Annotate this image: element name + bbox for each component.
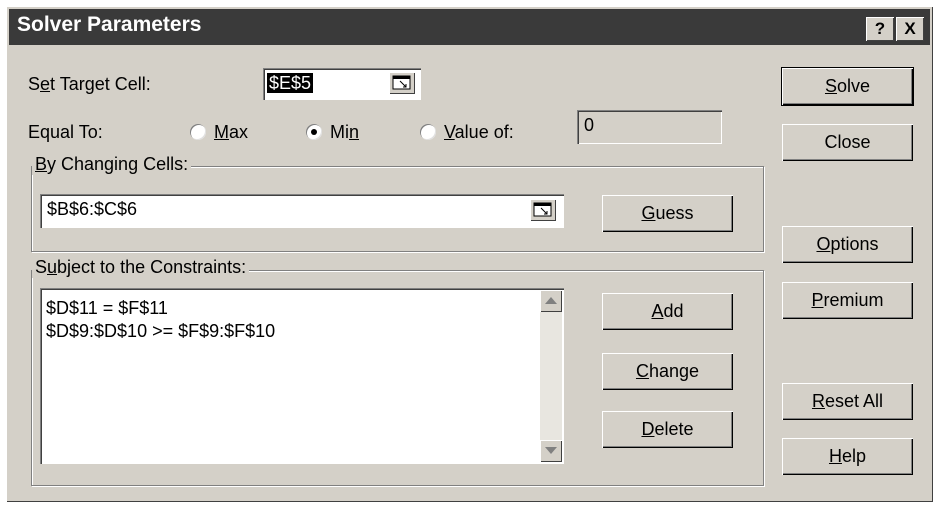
add-button[interactable]: Add: [602, 293, 733, 330]
collapse-dialog-icon[interactable]: [530, 199, 556, 221]
target-cell-label: Set Target Cell:: [28, 74, 151, 94]
value-of-radio[interactable]: [420, 124, 436, 140]
close-button[interactable]: Close: [782, 124, 913, 161]
close-icon[interactable]: X: [896, 17, 924, 41]
options-button[interactable]: Options: [782, 226, 913, 263]
changing-cells-input[interactable]: $B$6:$C$6: [40, 194, 564, 228]
constraints-scrollbar[interactable]: [540, 290, 562, 462]
solver-parameters-dialog: Solver Parameters ? X Set Target Cell: $…: [6, 6, 933, 502]
max-radio[interactable]: [190, 124, 206, 140]
list-item[interactable]: $D$9:$D$10 >= $F$9:$F$10: [46, 321, 275, 342]
target-cell-value: $E$5: [267, 73, 314, 93]
constraints-legend: Subject to the Constraints:: [32, 257, 250, 278]
min-radio[interactable]: [306, 124, 322, 140]
change-button[interactable]: Change: [602, 353, 733, 390]
premium-button[interactable]: Premium: [782, 282, 913, 319]
dialog-title: Solver Parameters: [17, 13, 202, 36]
help-icon[interactable]: ?: [866, 17, 894, 41]
title-bar: Solver Parameters ? X: [9, 9, 930, 45]
constraints-list[interactable]: $D$11 = $F$11 $D$9:$D$10 >= $F$9:$F$10: [40, 288, 564, 464]
value-of-input[interactable]: 0: [577, 110, 722, 144]
solve-button[interactable]: Solve: [781, 67, 914, 106]
changing-cells-legend: By Changing Cells:: [32, 154, 192, 175]
scroll-down-icon[interactable]: [540, 440, 562, 462]
help-button[interactable]: Help: [782, 438, 913, 475]
equal-to-label: Equal To:: [28, 122, 103, 142]
value-of-label: Value of:: [444, 122, 514, 142]
delete-button[interactable]: Delete: [602, 411, 733, 448]
target-cell-input[interactable]: $E$5: [263, 68, 421, 100]
scroll-up-icon[interactable]: [540, 290, 562, 312]
max-label: Max: [214, 122, 249, 142]
min-label: Min: [330, 122, 360, 142]
guess-button[interactable]: Guess: [602, 195, 733, 232]
collapse-dialog-icon[interactable]: [389, 72, 415, 94]
list-item[interactable]: $D$11 = $F$11: [46, 298, 168, 319]
reset-all-button[interactable]: Reset All: [782, 383, 913, 420]
